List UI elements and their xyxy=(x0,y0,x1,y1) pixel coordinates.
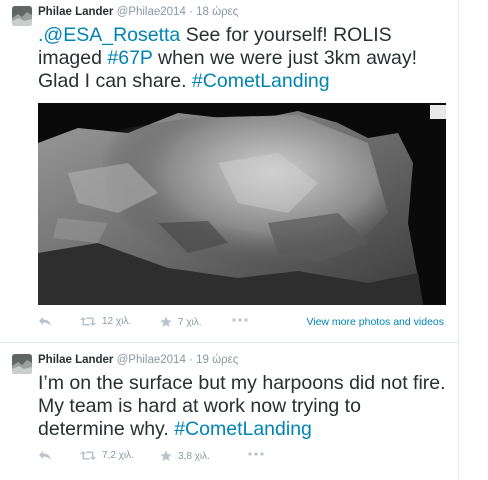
tweet-header: Philae Lander @Philae2014 · 18 ώρες xyxy=(38,6,238,18)
more-button[interactable] xyxy=(232,318,248,322)
fullname[interactable]: Philae Lander xyxy=(38,6,113,18)
hashtag-link[interactable]: #67P xyxy=(107,47,152,69)
username[interactable]: @Philae2014 xyxy=(117,6,186,18)
tweet[interactable]: Philae Lander @Philae2014 · 18 ώρες .@ES… xyxy=(0,0,458,343)
reply-button[interactable] xyxy=(38,316,52,327)
view-more-photos-link[interactable]: View more photos and videos xyxy=(306,316,444,328)
favorite-button[interactable]: 7 χιλ. xyxy=(160,316,202,328)
timestamp[interactable]: 18 ώρες xyxy=(196,6,238,18)
retweet-count: 7,2 χιλ. xyxy=(102,450,134,461)
more-button[interactable] xyxy=(248,452,264,456)
favorite-button[interactable]: 3,8 χιλ. xyxy=(160,450,210,462)
retweet-icon xyxy=(80,451,96,460)
tweet-actions: 12 χιλ. 7 χιλ. View more photos and vide… xyxy=(38,316,450,332)
separator: · xyxy=(189,6,193,18)
mention-link[interactable]: .@ESA_Rosetta xyxy=(38,24,180,46)
retweet-button[interactable]: 12 χιλ. xyxy=(80,316,131,327)
retweet-count: 12 χιλ. xyxy=(102,316,132,327)
comet-surface-image xyxy=(38,103,446,305)
favorite-count: 7 χιλ. xyxy=(178,316,202,328)
fullname[interactable]: Philae Lander xyxy=(38,354,113,366)
reply-icon xyxy=(39,451,51,460)
tweet[interactable]: Philae Lander @Philae2014 · 19 ώρες I’m … xyxy=(0,342,458,480)
separator: · xyxy=(189,354,193,366)
timeline: Philae Lander @Philae2014 · 18 ώρες .@ES… xyxy=(0,0,459,480)
star-icon xyxy=(160,450,172,461)
tweet-photo[interactable] xyxy=(38,103,446,305)
username[interactable]: @Philae2014 xyxy=(117,354,186,366)
reply-icon xyxy=(39,317,51,326)
tweet-header: Philae Lander @Philae2014 · 19 ώρες xyxy=(38,354,238,366)
retweet-icon xyxy=(80,317,96,326)
avatar[interactable] xyxy=(12,354,32,374)
hashtag-link[interactable]: #CometLanding xyxy=(192,70,330,92)
hashtag-link[interactable]: #CometLanding xyxy=(174,418,312,440)
reply-button[interactable] xyxy=(38,450,52,461)
more-dots-icon xyxy=(248,452,264,456)
tweet-text: I’m on the surface but my harpoons did n… xyxy=(38,372,450,441)
more-dots-icon xyxy=(232,318,248,322)
favorite-count: 3,8 χιλ. xyxy=(178,450,210,462)
retweet-button[interactable]: 7,2 χιλ. xyxy=(80,450,134,461)
tweet-actions: 7,2 χιλ. 3,8 χιλ. xyxy=(38,450,450,466)
tweet-text: .@ESA_Rosetta See for yourself! ROLIS im… xyxy=(38,24,450,93)
avatar[interactable] xyxy=(12,6,32,26)
timestamp[interactable]: 19 ώρες xyxy=(196,354,238,366)
star-icon xyxy=(160,316,172,327)
